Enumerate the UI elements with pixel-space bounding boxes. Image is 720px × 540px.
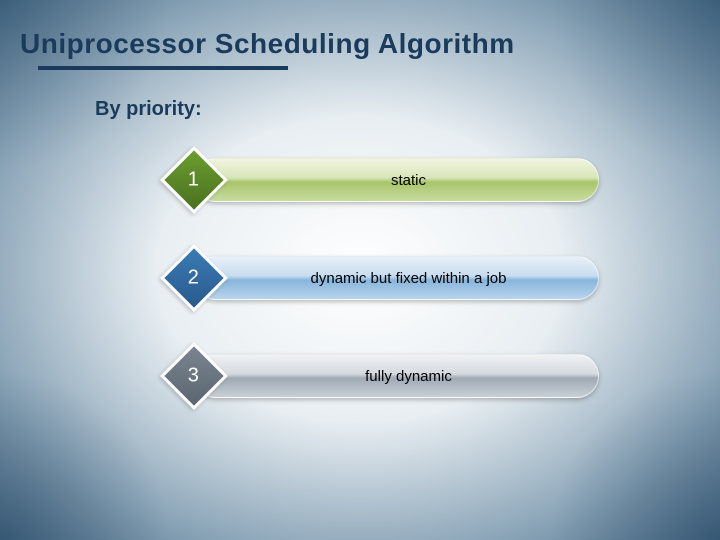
badge-number: 1 <box>188 169 199 192</box>
badge-number: 2 <box>188 267 199 290</box>
priority-list: 1 static 2 dynamic but fixed within a jo… <box>170 156 700 400</box>
item-bar-2: dynamic but fixed within a job <box>194 256 599 300</box>
diamond-badge-3: 3 <box>160 342 228 410</box>
title-underline <box>38 66 288 70</box>
item-label: static <box>391 172 426 189</box>
diamond-badge-2: 2 <box>160 244 228 312</box>
subtitle: By priority: <box>95 98 700 121</box>
item-bar-1: static <box>194 158 599 202</box>
badge-number: 3 <box>188 365 199 388</box>
page-title: Uniprocessor Scheduling Algorithm <box>20 28 700 60</box>
item-label: fully dynamic <box>365 368 452 385</box>
diamond-badge-1: 1 <box>160 146 228 214</box>
slide-container: Uniprocessor Scheduling Algorithm By pri… <box>0 0 720 540</box>
item-bar-3: fully dynamic <box>194 354 599 398</box>
priority-item-3: 3 fully dynamic <box>170 352 700 400</box>
item-label: dynamic but fixed within a job <box>311 270 507 287</box>
priority-item-2: 2 dynamic but fixed within a job <box>170 254 700 302</box>
priority-item-1: 1 static <box>170 156 700 204</box>
